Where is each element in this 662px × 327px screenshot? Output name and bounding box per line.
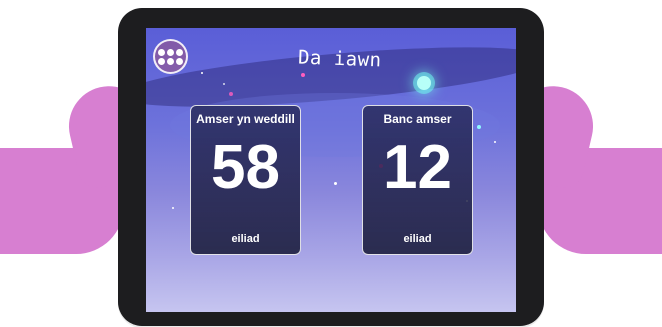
star — [494, 141, 496, 143]
game-title: Da iawn — [297, 46, 382, 72]
tablet-frame: Da iawn Amser yn weddill 58 eiliad Banc … — [118, 8, 544, 326]
star — [301, 73, 305, 77]
grid-menu-icon — [158, 57, 165, 65]
time-remaining-value: 58 — [211, 133, 280, 202]
grid-menu-icon — [176, 57, 183, 65]
grid-menu-icon — [158, 48, 165, 56]
star — [172, 207, 174, 209]
game-scene: Da iawn Amser yn weddill 58 eiliad Banc … — [0, 0, 662, 327]
time-bank-card: Banc amser 12 eiliad — [362, 105, 473, 255]
star — [477, 125, 481, 129]
grid-menu-icon — [176, 48, 183, 56]
star — [201, 72, 203, 74]
grid-menu-icon — [167, 57, 174, 65]
time-bank-label: Banc amser — [383, 112, 452, 126]
time-remaining-label: Amser yn weddill — [196, 112, 295, 126]
star — [334, 182, 337, 185]
grid-menu-icon — [167, 48, 174, 56]
menu-button[interactable] — [153, 39, 188, 74]
time-remaining-card: Amser yn weddill 58 eiliad — [190, 105, 301, 255]
sparkle-icon — [417, 76, 431, 90]
star — [223, 83, 225, 85]
time-bank-value: 12 — [383, 133, 452, 202]
star — [229, 92, 233, 96]
time-remaining-unit: eiliad — [231, 233, 260, 245]
game-screen: Da iawn Amser yn weddill 58 eiliad Banc … — [146, 28, 516, 312]
time-bank-unit: eiliad — [403, 233, 432, 245]
